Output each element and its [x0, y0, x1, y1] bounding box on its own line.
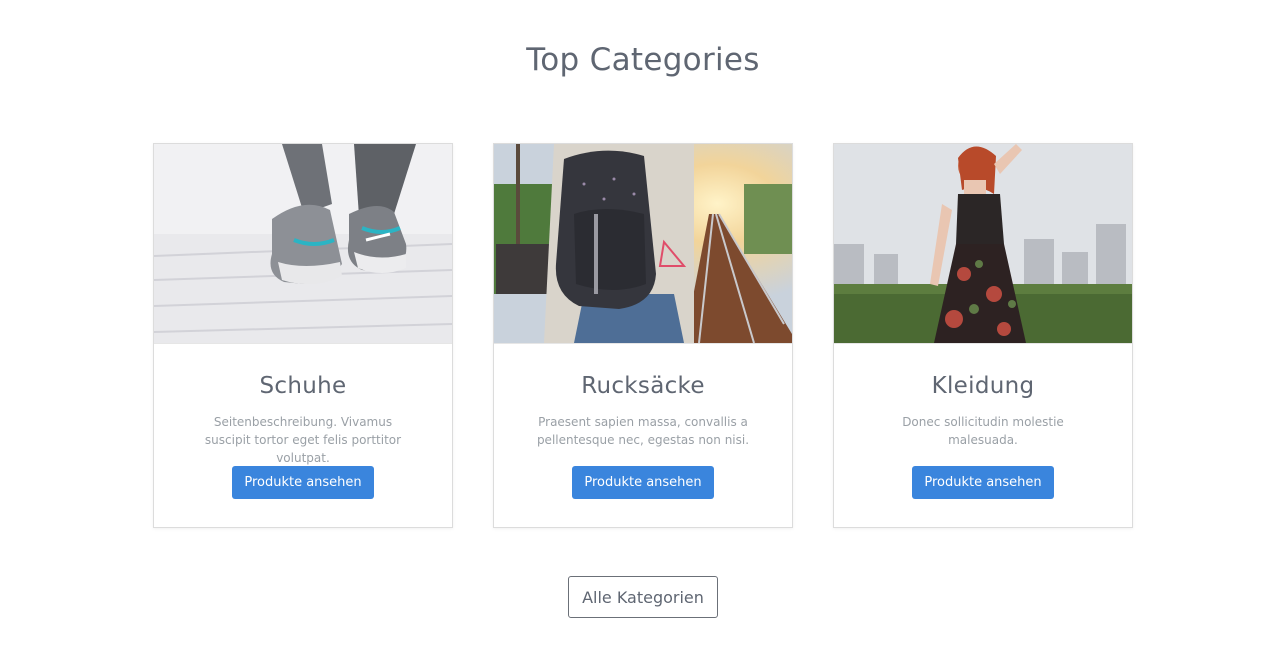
section-title: Top Categories	[526, 42, 760, 78]
card-body: Rucksäcke Praesent sapien massa, convall…	[494, 373, 792, 499]
category-card-rucksaecke: Rucksäcke Praesent sapien massa, convall…	[493, 143, 793, 528]
card-title: Kleidung	[931, 373, 1035, 399]
card-title: Rucksäcke	[581, 373, 705, 399]
category-card-schuhe: Schuhe Seitenbeschreibung. Vivamus susci…	[153, 143, 453, 528]
view-products-button-kleidung[interactable]: Produkte ansehen	[912, 466, 1054, 499]
sneakers-photo-art	[154, 144, 452, 343]
backpack-photo-art	[494, 144, 792, 343]
card-description: Seitenbeschreibung. Vivamus suscipit tor…	[204, 415, 402, 465]
dress-photo[interactable]	[834, 144, 1132, 344]
backpack-photo[interactable]	[494, 144, 792, 344]
all-categories-button[interactable]: Alle Kategorien	[568, 576, 718, 618]
dress-photo-art	[834, 144, 1132, 343]
card-title: Schuhe	[259, 373, 347, 399]
card-description: Praesent sapien massa, convallis a pelle…	[536, 415, 750, 447]
view-products-button-schuhe[interactable]: Produkte ansehen	[232, 466, 374, 499]
card-description: Donec sollicitudin molestie malesuada.	[902, 415, 1064, 447]
card-body: Kleidung Donec sollicitudin molestie mal…	[834, 373, 1132, 499]
view-products-button-rucksaecke[interactable]: Produkte ansehen	[572, 466, 714, 499]
top-categories-section: Top Categories Schuhe Seitenbeschreibung…	[0, 0, 1286, 660]
card-body: Schuhe Seitenbeschreibung. Vivamus susci…	[154, 373, 452, 499]
category-cards: Schuhe Seitenbeschreibung. Vivamus susci…	[153, 143, 1133, 528]
sneakers-photo[interactable]	[154, 144, 452, 344]
category-card-kleidung: Kleidung Donec sollicitudin molestie mal…	[833, 143, 1133, 528]
